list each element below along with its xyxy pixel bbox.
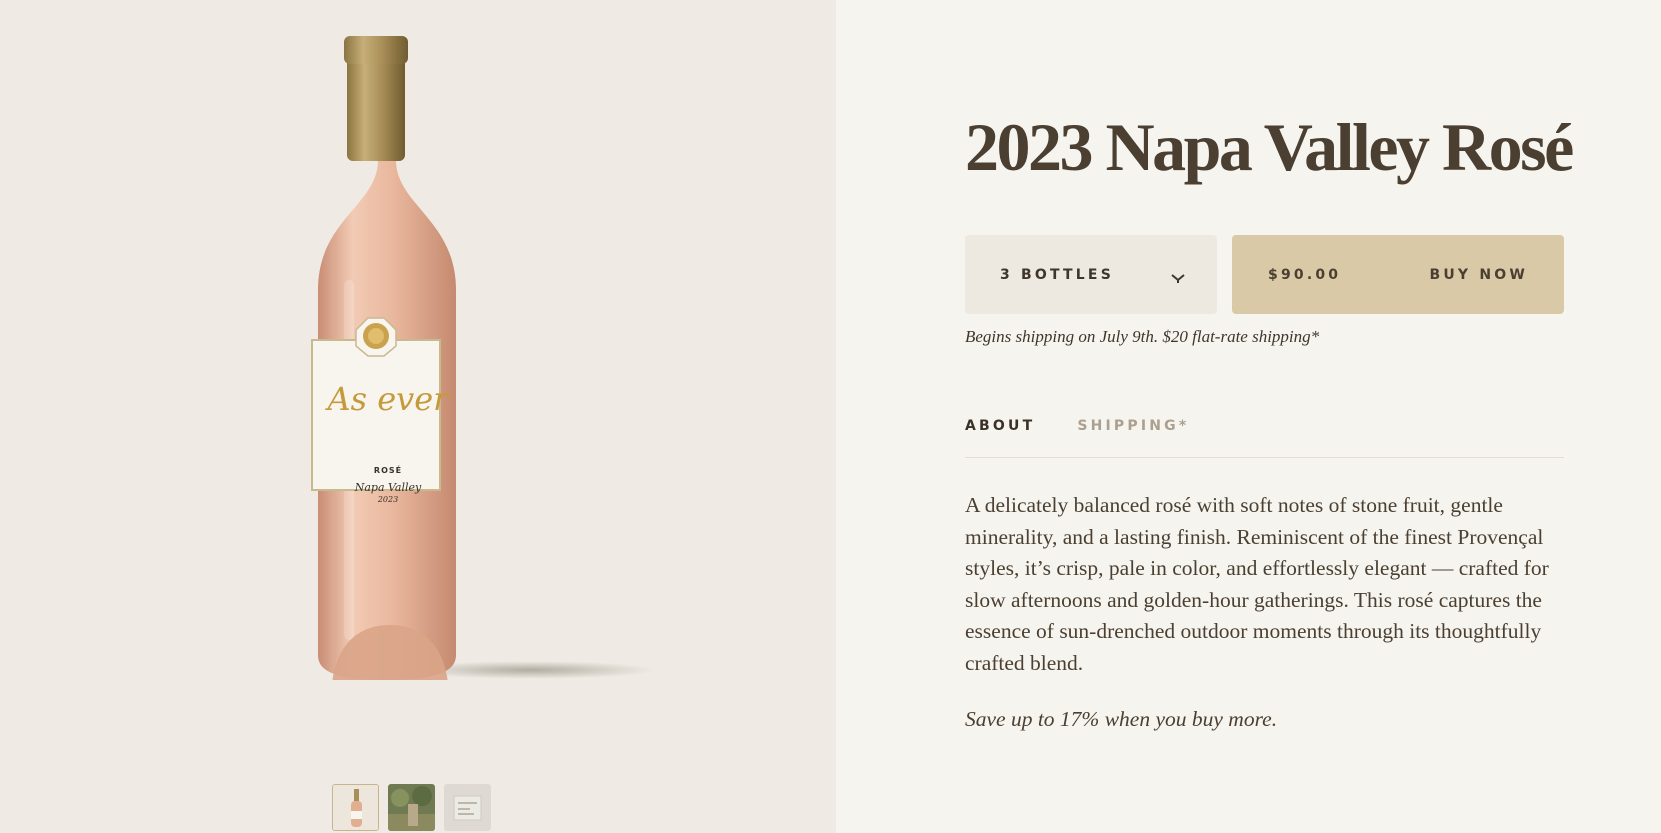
product-title: 2023 Napa Valley Rosé <box>965 109 1574 185</box>
product-gallery: As ever ROSÉ Napa Valley 2023 <box>0 0 836 833</box>
thumbnail-label-detail[interactable] <box>444 784 491 831</box>
buy-now-button[interactable]: $90.00 BUY NOW <box>1232 235 1564 314</box>
tab-shipping[interactable]: SHIPPING* <box>1077 418 1189 434</box>
product-details: 2023 Napa Valley Rosé 3 BOTTLES $90.00 B… <box>836 0 1661 833</box>
thumbnail-strip <box>332 784 491 831</box>
product-description: A delicately balanced rosé with soft not… <box>965 493 1549 675</box>
product-image: As ever ROSÉ Napa Valley 2023 <box>300 30 660 690</box>
shipping-note: Begins shipping on July 9th. $20 flat-ra… <box>965 327 1320 346</box>
label-region-text: Napa Valley <box>354 481 422 494</box>
price: $90.00 <box>1268 266 1342 283</box>
label-wine-text: ROSÉ <box>373 466 403 475</box>
buy-now-label: BUY NOW <box>1429 266 1528 283</box>
quantity-select[interactable]: 3 BOTTLES <box>965 235 1217 314</box>
label-script-text: As ever <box>327 380 449 418</box>
info-tabs: ABOUT SHIPPING* <box>965 418 1189 434</box>
label-vintage-text: 2023 <box>377 495 399 504</box>
tab-about[interactable]: ABOUT <box>965 418 1035 434</box>
save-note: Save up to 17% when you buy more. <box>965 707 1278 731</box>
thumbnail-vineyard[interactable] <box>388 784 435 831</box>
chevron-down-icon <box>1171 269 1185 288</box>
thumbnail-bottle[interactable] <box>332 784 379 831</box>
quantity-selected-value: 3 BOTTLES <box>1000 266 1114 283</box>
tabs-divider <box>965 457 1564 458</box>
